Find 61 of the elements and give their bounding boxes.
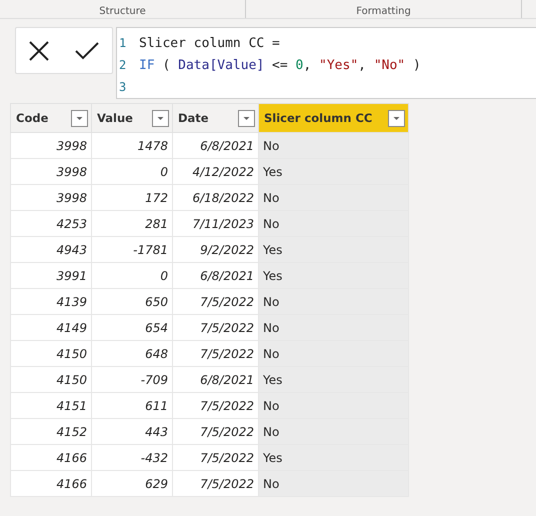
dropdown-icon[interactable] <box>238 110 255 126</box>
column-header[interactable]: Code <box>10 104 92 132</box>
table-cell: No <box>258 314 408 340</box>
table-cell: -1781 <box>92 236 172 262</box>
table-cell: 7/5/2022 <box>172 470 258 496</box>
table-cell: 648 <box>92 340 172 366</box>
table-cell: 4150 <box>10 366 92 392</box>
formula-editor[interactable]: 1 Slicer column CC = 2 IF ( Data[Value] <= 0, "Yes", "No" ) 3 <box>116 27 536 99</box>
table-cell: 4943 <box>10 236 92 262</box>
table-cell: 0 <box>92 158 172 184</box>
table-cell: 654 <box>92 314 172 340</box>
table-cell: 611 <box>92 392 172 418</box>
table-cell: Yes <box>258 236 408 262</box>
table-cell: -432 <box>92 444 172 470</box>
commit-icon[interactable] <box>74 40 100 60</box>
table-cell: 3998 <box>10 158 92 184</box>
table-cell: No <box>258 210 408 236</box>
table-cell: 3998 <box>10 184 92 210</box>
table-cell: No <box>258 418 408 444</box>
table-cell: Yes <box>258 366 408 392</box>
table-cell: Yes <box>258 158 408 184</box>
table-cell: Yes <box>258 444 408 470</box>
table-cell: 4149 <box>10 314 92 340</box>
table-cell: No <box>258 184 408 210</box>
code-line: IF ( Data[Value] <= 0, "Yes", "No" ) <box>139 58 421 72</box>
dropdown-icon[interactable] <box>152 110 169 126</box>
table-cell: 629 <box>92 470 172 496</box>
line-number: 3 <box>118 80 128 94</box>
table-cell: 4152 <box>10 418 92 444</box>
dropdown-icon[interactable] <box>388 110 405 126</box>
table-cell: 4150 <box>10 340 92 366</box>
table-cell: 0 <box>92 262 172 288</box>
column-header[interactable]: Value <box>92 104 172 132</box>
table-cell: No <box>258 132 408 158</box>
table-cell: 172 <box>92 184 172 210</box>
ribbon-group-label: Structure <box>99 6 146 18</box>
table-cell: 281 <box>92 210 172 236</box>
table-cell: 4151 <box>10 392 92 418</box>
table-cell: No <box>258 470 408 496</box>
line-number: 1 <box>118 36 128 50</box>
line-number: 2 <box>118 58 128 72</box>
column-header[interactable]: Slicer column CC <box>258 104 408 132</box>
table-cell: Yes <box>258 262 408 288</box>
table-cell: 4253 <box>10 210 92 236</box>
table-cell: 3998 <box>10 132 92 158</box>
table-cell: 1478 <box>92 132 172 158</box>
cancel-icon[interactable] <box>28 40 50 62</box>
table-cell: No <box>258 288 408 314</box>
table-cell: 4166 <box>10 470 92 496</box>
table-cell: 650 <box>92 288 172 314</box>
table-cell: No <box>258 392 408 418</box>
column-header[interactable]: Date <box>172 104 258 132</box>
dropdown-icon[interactable] <box>71 110 88 126</box>
table-cell: 3991 <box>10 262 92 288</box>
code-line: Slicer column CC = <box>139 36 280 50</box>
table-cell: 4166 <box>10 444 92 470</box>
table-cell: 4139 <box>10 288 92 314</box>
table-cell: No <box>258 340 408 366</box>
table-cell: -709 <box>92 366 172 392</box>
ribbon-group-label: Formatting <box>356 6 411 18</box>
table-cell: 443 <box>92 418 172 444</box>
